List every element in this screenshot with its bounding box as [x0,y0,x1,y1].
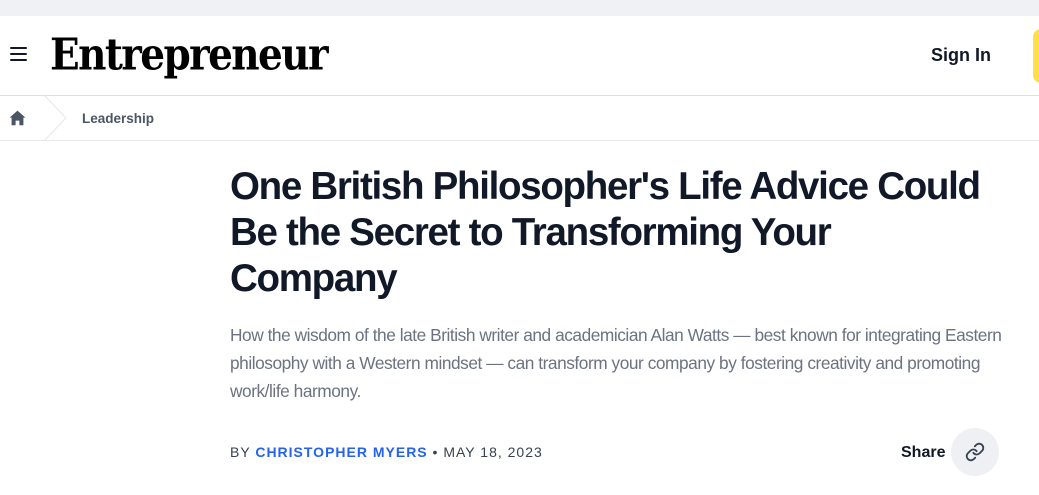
subscribe-button-edge[interactable] [1033,29,1039,83]
site-logo[interactable]: Entrepreneur [50,28,329,82]
share-link-button[interactable] [951,428,999,476]
link-icon [965,442,985,462]
breadcrumb: Leadership [0,95,1039,141]
article-byline: BY CHRISTOPHER MYERS • MAY 18, 2023 [230,443,543,461]
article-headline: One British Philosopher's Life Advice Co… [230,165,981,300]
byline-separator: • [432,444,439,460]
article-subhead: How the wisdom of the late British write… [230,325,1002,401]
top-strip [0,0,1039,16]
publish-date: MAY 18, 2023 [443,444,543,460]
byline-prefix: BY [230,444,251,460]
site-header: Entrepreneur Sign In [0,16,1039,96]
hamburger-menu-icon[interactable] [10,47,28,61]
share-label: Share [901,444,946,461]
home-icon [9,110,26,126]
sign-in-button[interactable]: Sign In [931,42,991,68]
breadcrumb-item-leadership[interactable]: Leadership [82,110,154,127]
breadcrumb-separator-chevron [43,95,67,141]
author-link[interactable]: CHRISTOPHER MYERS [255,444,427,460]
